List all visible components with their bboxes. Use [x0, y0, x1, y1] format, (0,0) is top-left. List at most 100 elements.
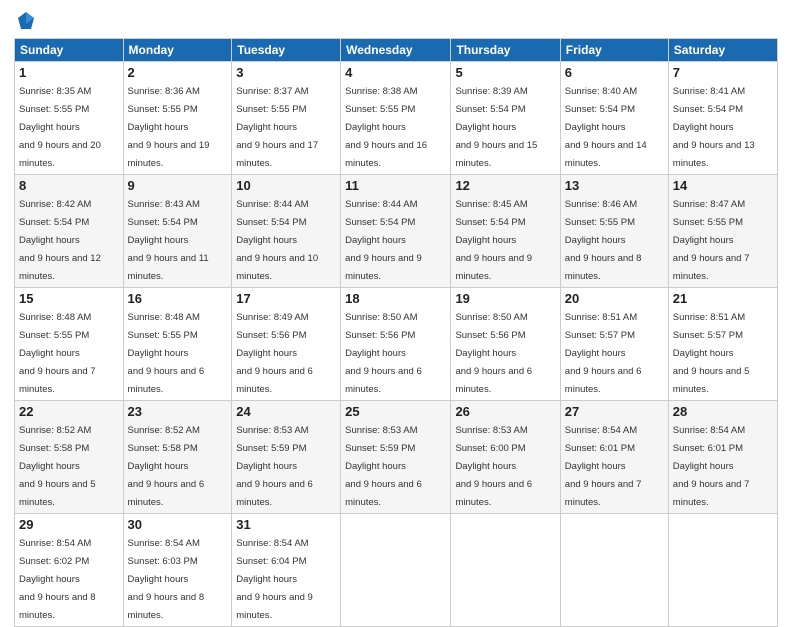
calendar-day-cell: 22 Sunrise: 8:52 AMSunset: 5:58 PMDaylig…: [15, 401, 124, 514]
day-info: Sunrise: 8:43 AMSunset: 5:54 PMDaylight …: [128, 199, 209, 282]
day-number: 15: [19, 291, 119, 306]
calendar-header-cell: Friday: [560, 39, 668, 62]
calendar-day-cell: 30 Sunrise: 8:54 AMSunset: 6:03 PMDaylig…: [123, 514, 232, 627]
calendar-header-cell: Wednesday: [341, 39, 451, 62]
calendar-week-row: 8 Sunrise: 8:42 AMSunset: 5:54 PMDayligh…: [15, 175, 778, 288]
day-info: Sunrise: 8:49 AMSunset: 5:56 PMDaylight …: [236, 312, 313, 395]
day-info: Sunrise: 8:54 AMSunset: 6:02 PMDaylight …: [19, 538, 96, 621]
day-info: Sunrise: 8:54 AMSunset: 6:01 PMDaylight …: [673, 425, 750, 508]
calendar-day-cell: 8 Sunrise: 8:42 AMSunset: 5:54 PMDayligh…: [15, 175, 124, 288]
calendar-day-cell: 28 Sunrise: 8:54 AMSunset: 6:01 PMDaylig…: [668, 401, 777, 514]
day-info: Sunrise: 8:36 AMSunset: 5:55 PMDaylight …: [128, 86, 210, 169]
calendar-day-cell: [451, 514, 560, 627]
day-info: Sunrise: 8:54 AMSunset: 6:01 PMDaylight …: [565, 425, 642, 508]
day-number: 3: [236, 65, 336, 80]
day-info: Sunrise: 8:52 AMSunset: 5:58 PMDaylight …: [19, 425, 96, 508]
day-number: 11: [345, 178, 446, 193]
day-number: 14: [673, 178, 773, 193]
day-info: Sunrise: 8:48 AMSunset: 5:55 PMDaylight …: [19, 312, 96, 395]
day-info: Sunrise: 8:50 AMSunset: 5:56 PMDaylight …: [455, 312, 532, 395]
calendar-header-cell: Saturday: [668, 39, 777, 62]
calendar-day-cell: 27 Sunrise: 8:54 AMSunset: 6:01 PMDaylig…: [560, 401, 668, 514]
day-info: Sunrise: 8:39 AMSunset: 5:54 PMDaylight …: [455, 86, 537, 169]
day-number: 5: [455, 65, 555, 80]
calendar-day-cell: 24 Sunrise: 8:53 AMSunset: 5:59 PMDaylig…: [232, 401, 341, 514]
calendar-day-cell: 26 Sunrise: 8:53 AMSunset: 6:00 PMDaylig…: [451, 401, 560, 514]
day-info: Sunrise: 8:44 AMSunset: 5:54 PMDaylight …: [345, 199, 422, 282]
day-info: Sunrise: 8:44 AMSunset: 5:54 PMDaylight …: [236, 199, 318, 282]
calendar-day-cell: 6 Sunrise: 8:40 AMSunset: 5:54 PMDayligh…: [560, 62, 668, 175]
calendar-day-cell: 17 Sunrise: 8:49 AMSunset: 5:56 PMDaylig…: [232, 288, 341, 401]
calendar-day-cell: 7 Sunrise: 8:41 AMSunset: 5:54 PMDayligh…: [668, 62, 777, 175]
day-number: 1: [19, 65, 119, 80]
day-number: 29: [19, 517, 119, 532]
calendar-day-cell: 15 Sunrise: 8:48 AMSunset: 5:55 PMDaylig…: [15, 288, 124, 401]
calendar-day-cell: 25 Sunrise: 8:53 AMSunset: 5:59 PMDaylig…: [341, 401, 451, 514]
calendar-day-cell: 18 Sunrise: 8:50 AMSunset: 5:56 PMDaylig…: [341, 288, 451, 401]
page: SundayMondayTuesdayWednesdayThursdayFrid…: [0, 0, 792, 612]
calendar-header-cell: Tuesday: [232, 39, 341, 62]
day-number: 23: [128, 404, 228, 419]
day-info: Sunrise: 8:46 AMSunset: 5:55 PMDaylight …: [565, 199, 642, 282]
day-number: 9: [128, 178, 228, 193]
logo: [14, 10, 36, 32]
day-number: 18: [345, 291, 446, 306]
calendar-header-cell: Monday: [123, 39, 232, 62]
header: [14, 10, 778, 32]
calendar-week-row: 22 Sunrise: 8:52 AMSunset: 5:58 PMDaylig…: [15, 401, 778, 514]
day-number: 19: [455, 291, 555, 306]
calendar-day-cell: 3 Sunrise: 8:37 AMSunset: 5:55 PMDayligh…: [232, 62, 341, 175]
calendar-table: SundayMondayTuesdayWednesdayThursdayFrid…: [14, 38, 778, 627]
day-info: Sunrise: 8:48 AMSunset: 5:55 PMDaylight …: [128, 312, 205, 395]
calendar-day-cell: 4 Sunrise: 8:38 AMSunset: 5:55 PMDayligh…: [341, 62, 451, 175]
day-number: 22: [19, 404, 119, 419]
calendar-day-cell: 10 Sunrise: 8:44 AMSunset: 5:54 PMDaylig…: [232, 175, 341, 288]
calendar-body: 1 Sunrise: 8:35 AMSunset: 5:55 PMDayligh…: [15, 62, 778, 627]
day-info: Sunrise: 8:45 AMSunset: 5:54 PMDaylight …: [455, 199, 532, 282]
calendar-day-cell: 5 Sunrise: 8:39 AMSunset: 5:54 PMDayligh…: [451, 62, 560, 175]
day-number: 8: [19, 178, 119, 193]
day-info: Sunrise: 8:52 AMSunset: 5:58 PMDaylight …: [128, 425, 205, 508]
calendar-day-cell: 13 Sunrise: 8:46 AMSunset: 5:55 PMDaylig…: [560, 175, 668, 288]
day-number: 27: [565, 404, 664, 419]
calendar-day-cell: [668, 514, 777, 627]
day-number: 4: [345, 65, 446, 80]
day-info: Sunrise: 8:53 AMSunset: 5:59 PMDaylight …: [236, 425, 313, 508]
calendar-day-cell: 2 Sunrise: 8:36 AMSunset: 5:55 PMDayligh…: [123, 62, 232, 175]
day-info: Sunrise: 8:51 AMSunset: 5:57 PMDaylight …: [565, 312, 642, 395]
calendar-day-cell: 1 Sunrise: 8:35 AMSunset: 5:55 PMDayligh…: [15, 62, 124, 175]
day-info: Sunrise: 8:38 AMSunset: 5:55 PMDaylight …: [345, 86, 427, 169]
calendar-week-row: 1 Sunrise: 8:35 AMSunset: 5:55 PMDayligh…: [15, 62, 778, 175]
day-number: 6: [565, 65, 664, 80]
day-number: 16: [128, 291, 228, 306]
calendar-day-cell: 31 Sunrise: 8:54 AMSunset: 6:04 PMDaylig…: [232, 514, 341, 627]
day-info: Sunrise: 8:37 AMSunset: 5:55 PMDaylight …: [236, 86, 318, 169]
day-number: 10: [236, 178, 336, 193]
day-info: Sunrise: 8:54 AMSunset: 6:04 PMDaylight …: [236, 538, 313, 621]
calendar-day-cell: 11 Sunrise: 8:44 AMSunset: 5:54 PMDaylig…: [341, 175, 451, 288]
day-number: 13: [565, 178, 664, 193]
day-number: 12: [455, 178, 555, 193]
day-info: Sunrise: 8:54 AMSunset: 6:03 PMDaylight …: [128, 538, 205, 621]
day-number: 20: [565, 291, 664, 306]
calendar-day-cell: 9 Sunrise: 8:43 AMSunset: 5:54 PMDayligh…: [123, 175, 232, 288]
day-info: Sunrise: 8:53 AMSunset: 5:59 PMDaylight …: [345, 425, 422, 508]
day-info: Sunrise: 8:35 AMSunset: 5:55 PMDaylight …: [19, 86, 101, 169]
calendar-day-cell: 14 Sunrise: 8:47 AMSunset: 5:55 PMDaylig…: [668, 175, 777, 288]
day-number: 24: [236, 404, 336, 419]
day-info: Sunrise: 8:41 AMSunset: 5:54 PMDaylight …: [673, 86, 755, 169]
calendar-day-cell: 23 Sunrise: 8:52 AMSunset: 5:58 PMDaylig…: [123, 401, 232, 514]
day-info: Sunrise: 8:51 AMSunset: 5:57 PMDaylight …: [673, 312, 750, 395]
calendar-day-cell: [341, 514, 451, 627]
calendar-week-row: 15 Sunrise: 8:48 AMSunset: 5:55 PMDaylig…: [15, 288, 778, 401]
day-info: Sunrise: 8:50 AMSunset: 5:56 PMDaylight …: [345, 312, 422, 395]
calendar-day-cell: 19 Sunrise: 8:50 AMSunset: 5:56 PMDaylig…: [451, 288, 560, 401]
day-number: 17: [236, 291, 336, 306]
day-number: 31: [236, 517, 336, 532]
day-number: 26: [455, 404, 555, 419]
calendar-header-cell: Thursday: [451, 39, 560, 62]
calendar-header-row: SundayMondayTuesdayWednesdayThursdayFrid…: [15, 39, 778, 62]
calendar-day-cell: 12 Sunrise: 8:45 AMSunset: 5:54 PMDaylig…: [451, 175, 560, 288]
calendar-week-row: 29 Sunrise: 8:54 AMSunset: 6:02 PMDaylig…: [15, 514, 778, 627]
day-number: 2: [128, 65, 228, 80]
